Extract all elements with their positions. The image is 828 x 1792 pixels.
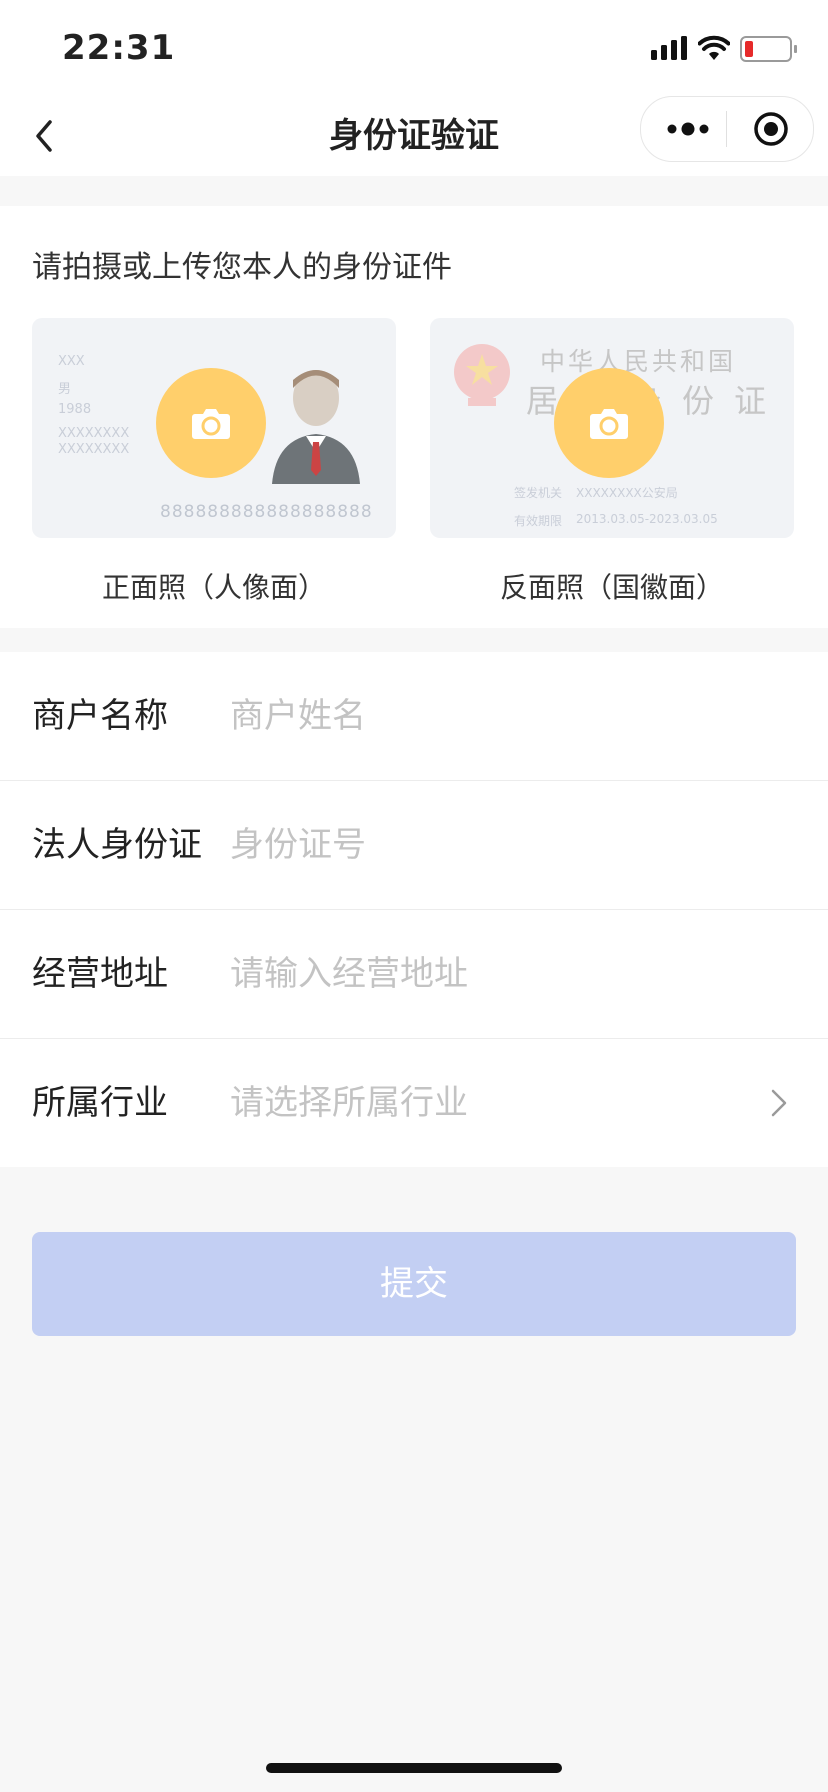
id-upload-card: 请拍摄或上传您本人的身份证件 XXX 男 1988 XXXXXXXX XXXXX… bbox=[0, 206, 828, 628]
merchant-name-label: 商户名称 bbox=[32, 696, 168, 736]
status-bar: 22:31 bbox=[0, 0, 828, 96]
chevron-right-icon bbox=[771, 1089, 787, 1117]
form-row-id: 法人身份证 bbox=[0, 781, 828, 910]
submit-button[interactable]: 提交 bbox=[32, 1232, 796, 1336]
sample-address-value-2: XXXXXXXX bbox=[58, 442, 130, 457]
front-photo-caption: 正面照（人像面） bbox=[101, 571, 326, 604]
camera-button-front[interactable] bbox=[156, 368, 266, 478]
camera-button-back[interactable] bbox=[554, 368, 664, 478]
home-indicator bbox=[266, 1763, 562, 1773]
more-dots-icon[interactable] bbox=[666, 117, 710, 141]
merchant-name-input[interactable] bbox=[230, 690, 750, 742]
nav-bar: 身份证验证 bbox=[0, 96, 828, 176]
form-row-industry[interactable]: 所属行业 bbox=[0, 1039, 828, 1167]
capsule-divider bbox=[726, 111, 727, 147]
target-circle-icon[interactable] bbox=[753, 111, 789, 147]
national-emblem-icon bbox=[454, 344, 510, 406]
id-number-input[interactable] bbox=[230, 819, 750, 871]
industry-select[interactable] bbox=[230, 1077, 750, 1129]
camera-icon bbox=[192, 409, 230, 439]
form-row-address: 经营地址 bbox=[0, 910, 828, 1039]
legal-id-label: 法人身份证 bbox=[32, 825, 202, 865]
mini-program-capsule bbox=[640, 96, 814, 162]
business-address-label: 经营地址 bbox=[32, 954, 168, 994]
sample-authority-value: XXXXXXXX公安局 bbox=[576, 486, 678, 500]
upload-prompt: 请拍摄或上传您本人的身份证件 bbox=[32, 250, 452, 285]
battery-low-icon bbox=[740, 36, 797, 62]
status-time: 22:31 bbox=[62, 28, 176, 68]
sample-validity-value: 2013.03.05-2023.03.05 bbox=[576, 512, 718, 526]
id-front-upload[interactable]: XXX 男 1988 XXXXXXXX XXXXXXXX 88888888888… bbox=[32, 318, 396, 538]
camera-icon bbox=[590, 409, 628, 439]
sample-address-value: XXXXXXXX bbox=[58, 426, 130, 441]
sample-name-value: XXX bbox=[58, 354, 85, 369]
sample-id-number: 888888888888888888 bbox=[160, 502, 373, 522]
sample-validity-label: 有效期限 bbox=[514, 514, 563, 528]
form-row-merchant: 商户名称 bbox=[0, 652, 828, 781]
id-back-upload[interactable]: 中华人民共和国 居民身份证 签发机关 XXXXXXXX公安局 有效期限 2013… bbox=[430, 318, 794, 538]
wifi-icon bbox=[698, 35, 730, 60]
sample-authority-label: 签发机关 bbox=[514, 486, 563, 500]
business-address-input[interactable] bbox=[230, 948, 750, 1000]
cellular-signal-icon bbox=[651, 36, 687, 60]
sample-back-title-1: 中华人民共和国 bbox=[540, 347, 737, 376]
sample-gender-value: 男 bbox=[58, 382, 72, 397]
sample-year-value: 1988 bbox=[58, 402, 92, 417]
merchant-form: 商户名称 法人身份证 经营地址 所属行业 bbox=[0, 652, 828, 1167]
portrait-silhouette-icon bbox=[272, 370, 360, 484]
back-photo-caption: 反面照（国徽面） bbox=[499, 571, 724, 604]
industry-label: 所属行业 bbox=[32, 1083, 168, 1123]
